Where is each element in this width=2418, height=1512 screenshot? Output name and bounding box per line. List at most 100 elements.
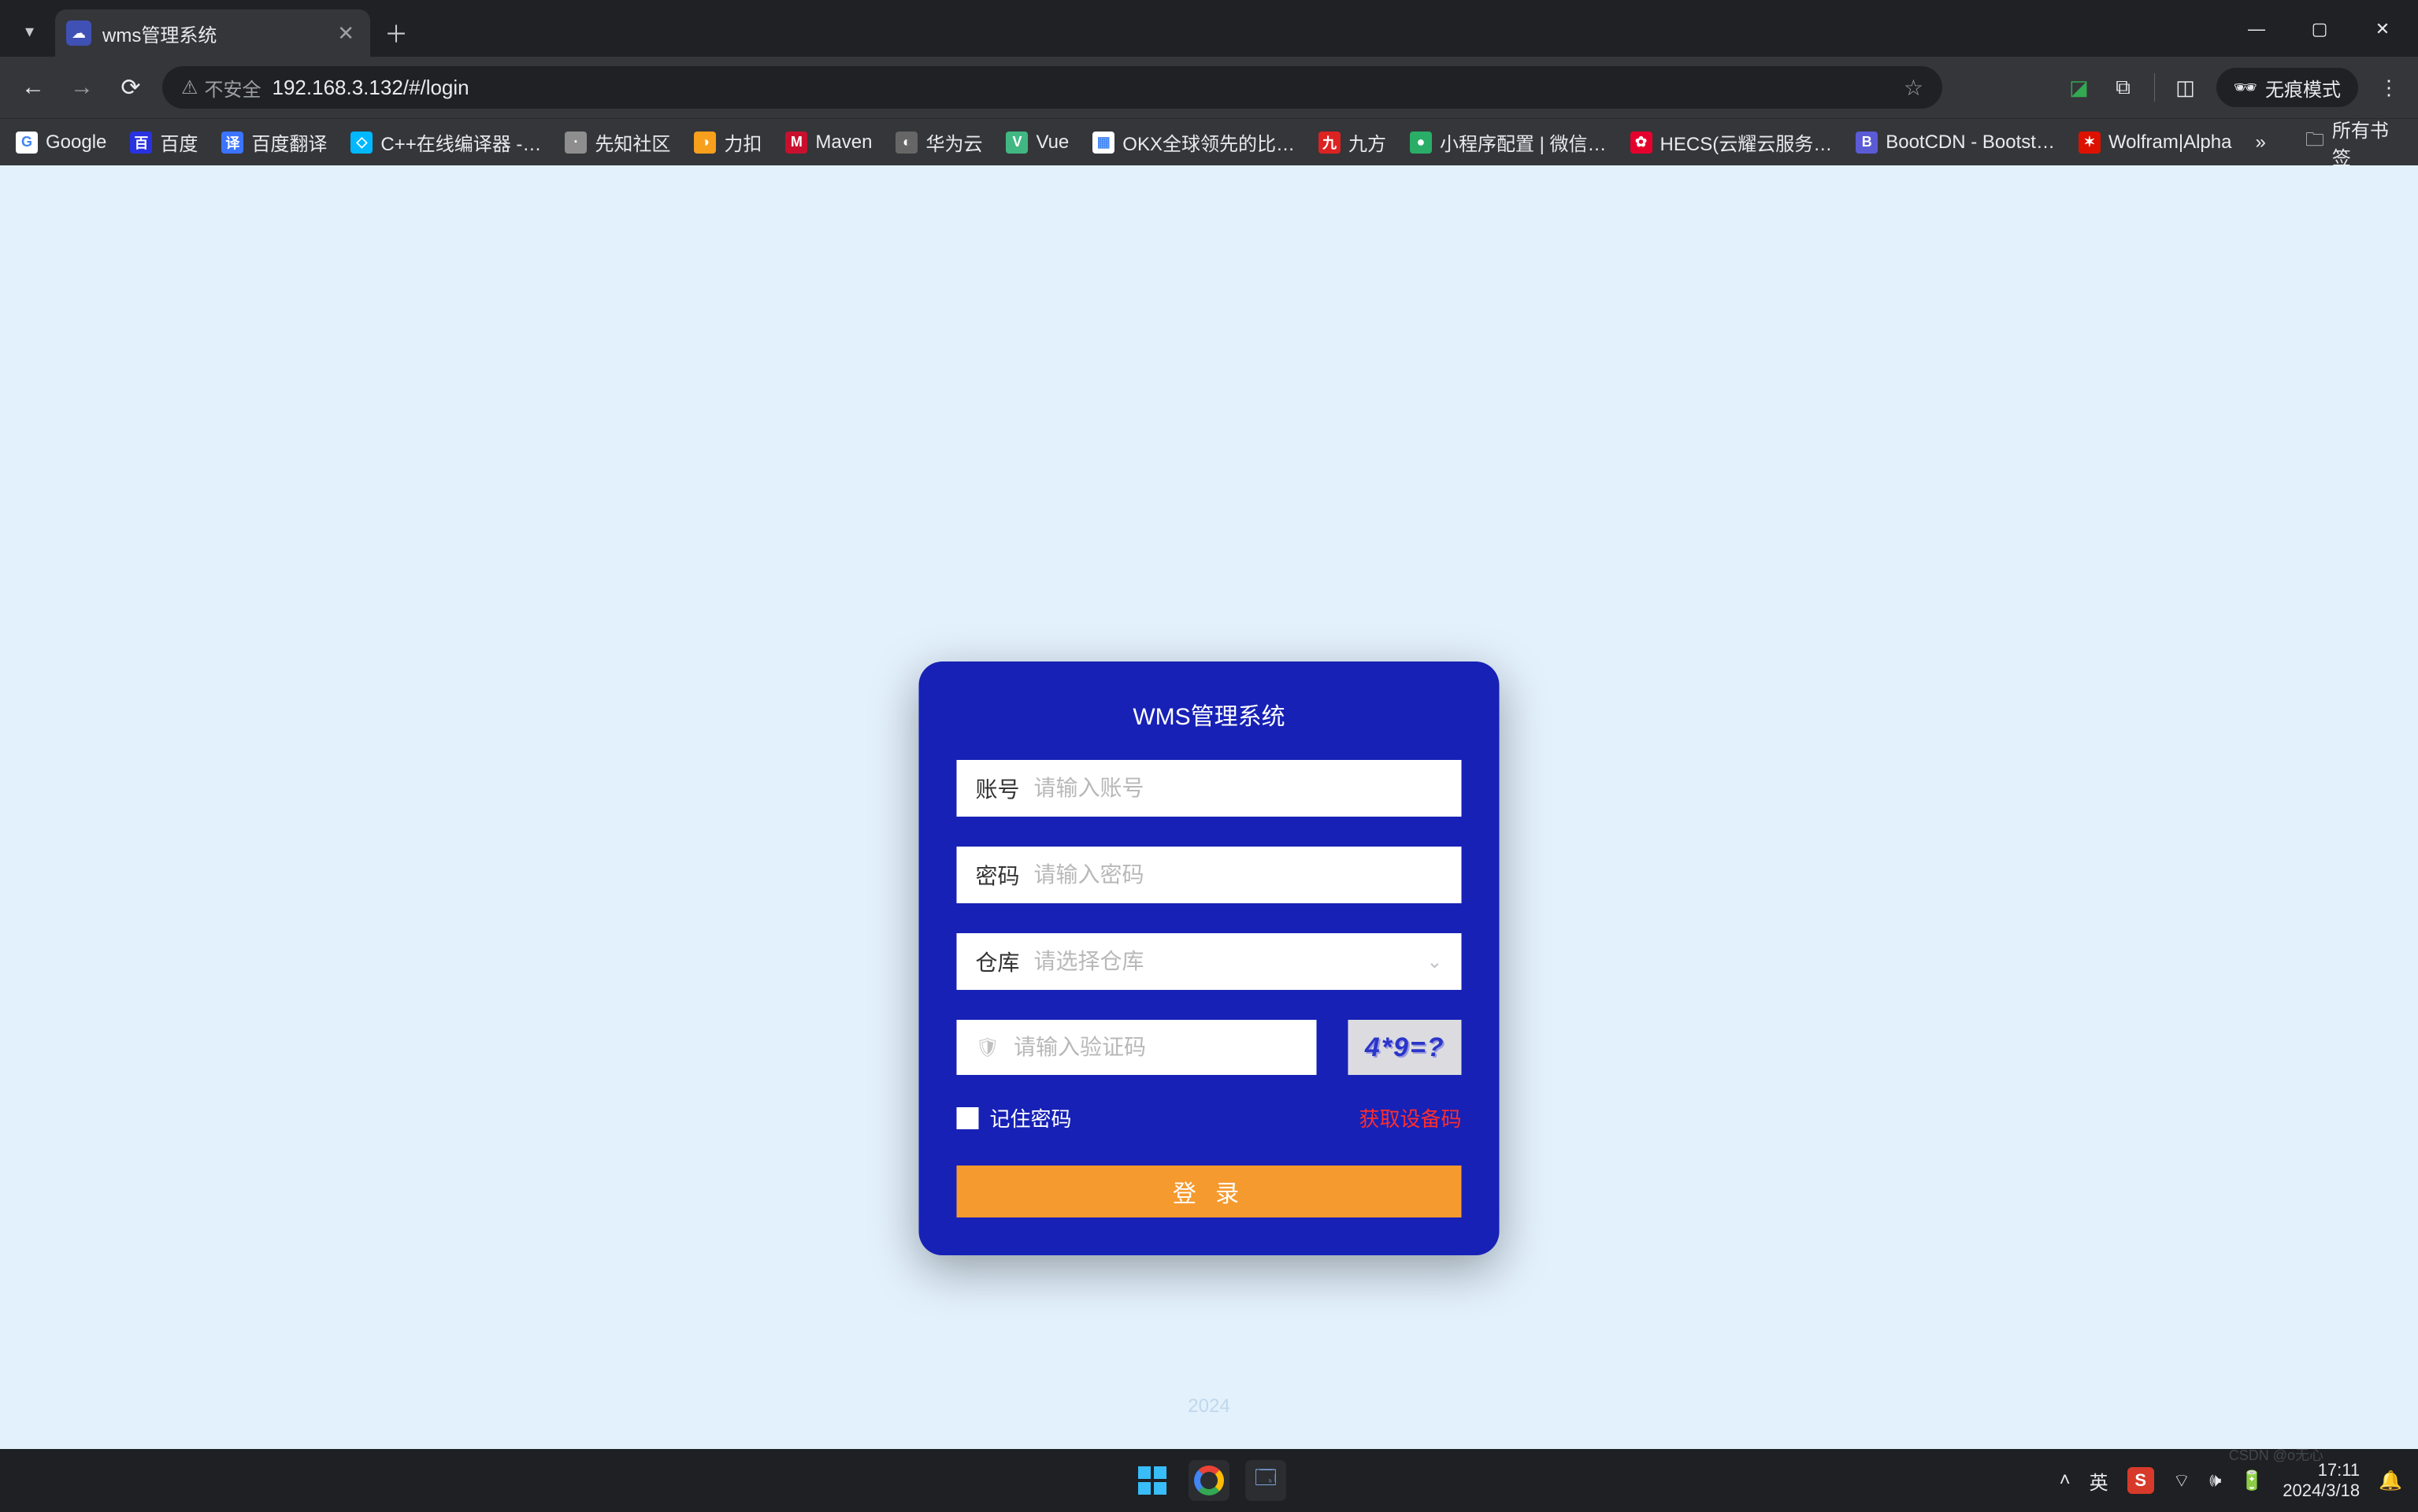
- bookmark-item[interactable]: GGoogle: [16, 132, 106, 154]
- browser-tab[interactable]: ☁ wms管理系统 ✕: [55, 9, 370, 57]
- bookmark-item[interactable]: ● 小程序配置 | 微信…: [1410, 128, 1607, 156]
- bookmark-label: Wolfram|Alpha: [2108, 132, 2232, 154]
- bookmark-item[interactable]: M Maven: [785, 132, 872, 154]
- security-label: 不安全: [205, 74, 261, 102]
- ime-indicator[interactable]: S: [2127, 1467, 2154, 1494]
- captcha-image[interactable]: 4*9=?: [1348, 1020, 1462, 1075]
- warehouse-field[interactable]: 仓库 ⌄: [957, 933, 1462, 990]
- bookmark-item[interactable]: ·先知社区: [565, 128, 670, 156]
- tab-favicon: ☁: [66, 20, 91, 46]
- bookmarks-overflow-icon[interactable]: »: [2255, 132, 2265, 154]
- bookmark-label: Vue: [1036, 132, 1069, 154]
- bookmark-item[interactable]: ✿HECS(云耀云服务…: [1630, 128, 1833, 156]
- bookmark-item[interactable]: 百百度: [130, 128, 198, 156]
- login-title: WMS管理系统: [957, 697, 1462, 732]
- captcha-text: 4*9=?: [1365, 1032, 1445, 1063]
- chrome-taskbar-icon[interactable]: [1189, 1460, 1229, 1501]
- bookmark-favicon: 译: [221, 132, 243, 154]
- account-field[interactable]: 账号: [957, 760, 1462, 817]
- bookmark-label: C++在线编译器 -…: [380, 128, 541, 156]
- app-taskbar-icon[interactable]: 🗔: [1245, 1460, 1286, 1501]
- bookmark-item[interactable]: 九九方: [1318, 128, 1386, 156]
- bookmark-favicon: ✿: [1630, 132, 1652, 154]
- tab-search-dropdown[interactable]: ▾: [12, 13, 47, 49]
- captcha-field[interactable]: 🛡: [957, 1020, 1317, 1075]
- tab-title: wms管理系统: [102, 20, 326, 47]
- bookmark-item[interactable]: ◑力扣: [694, 128, 762, 156]
- extensions-button[interactable]: ⧉: [2110, 74, 2137, 101]
- minimize-button[interactable]: ―: [2229, 9, 2284, 49]
- bookmark-item[interactable]: ◇ C++在线编译器 -…: [350, 128, 541, 156]
- page-viewport: WMS管理系统 账号 密码 仓库 ⌄ 🛡 4*9=?: [0, 165, 2418, 1449]
- bookmark-favicon: M: [785, 132, 807, 154]
- bookmark-star-icon[interactable]: ☆: [1904, 75, 1923, 101]
- bookmark-favicon: V: [1006, 132, 1028, 154]
- incognito-indicator[interactable]: 🕶 无痕模式: [2216, 68, 2358, 107]
- bookmark-label: 九方: [1348, 128, 1386, 156]
- password-input[interactable]: [1034, 862, 1443, 888]
- back-button[interactable]: ←: [16, 70, 50, 105]
- warehouse-label: 仓库: [976, 946, 1020, 977]
- windows-icon: [1137, 1465, 1168, 1496]
- bookmark-favicon: ◐: [896, 132, 918, 154]
- address-bar: ← → ⟳ ⚠ 不安全 192.168.3.132/#/login ☆ ◪ ⧉ …: [0, 57, 2418, 118]
- ime-language[interactable]: 英: [2090, 1467, 2108, 1495]
- bookmark-label: BootCDN - Bootst…: [1886, 132, 2055, 154]
- new-tab-button[interactable]: ＋: [376, 13, 416, 52]
- remember-password[interactable]: 记住密码: [957, 1103, 1072, 1132]
- password-label: 密码: [976, 859, 1020, 891]
- wifi-icon[interactable]: ⌔: [2173, 1469, 2191, 1492]
- bookmark-item[interactable]: ▦ OKX全球领先的比…: [1092, 128, 1295, 156]
- forward-button[interactable]: →: [65, 70, 99, 105]
- footer-year: 2024: [1188, 1395, 1229, 1418]
- security-indicator[interactable]: ⚠ 不安全: [181, 74, 261, 102]
- bookmark-label: 百度: [160, 128, 198, 156]
- warehouse-select[interactable]: [1034, 949, 1413, 974]
- bookmark-item[interactable]: ✶Wolfram|Alpha: [2079, 132, 2232, 154]
- bookmark-label: Google: [46, 132, 106, 154]
- titlebar: ▾ ☁ wms管理系统 ✕ ＋ ― ▢ ✕: [0, 0, 2418, 57]
- taskbar-clock[interactable]: 17:11 2024/3/18: [2283, 1460, 2360, 1502]
- password-field[interactable]: 密码: [957, 847, 1462, 903]
- volume-icon[interactable]: 🕪: [2209, 1469, 2221, 1492]
- account-input[interactable]: [1034, 776, 1443, 801]
- bookmark-label: 力扣: [724, 128, 762, 156]
- tray-chevron-icon[interactable]: ˄: [2060, 1469, 2071, 1492]
- notifications-icon[interactable]: 🔔: [2379, 1469, 2402, 1492]
- bookmark-label: OKX全球领先的比…: [1122, 128, 1295, 156]
- login-button[interactable]: 登 录: [957, 1166, 1462, 1217]
- taskbar-center: 🗔: [1132, 1460, 1286, 1501]
- maximize-button[interactable]: ▢: [2292, 9, 2347, 49]
- separator: [2154, 73, 2155, 102]
- kebab-menu-icon[interactable]: ⋮: [2375, 74, 2402, 101]
- bookmark-item[interactable]: V Vue: [1006, 132, 1069, 154]
- bookmark-label: Maven: [815, 132, 872, 154]
- remember-label: 记住密码: [990, 1103, 1072, 1132]
- options-row: 记住密码 获取设备码: [957, 1103, 1462, 1132]
- bookmark-item[interactable]: BBootCDN - Bootst…: [1856, 132, 2055, 154]
- chevron-down-icon: ⌄: [1426, 951, 1442, 973]
- all-bookmarks-button[interactable]: 🗀所有书签: [2305, 115, 2402, 170]
- extension-icon[interactable]: ◪: [2066, 74, 2093, 101]
- bookmark-item[interactable]: 译百度翻译: [221, 128, 327, 156]
- watermark: CSDN @o无心: [2229, 1444, 2323, 1465]
- battery-icon[interactable]: 🔋: [2240, 1469, 2264, 1492]
- start-button[interactable]: [1132, 1460, 1173, 1501]
- bookmark-favicon: ◇: [350, 132, 373, 154]
- bookmark-favicon: ●: [1410, 132, 1432, 154]
- close-window-button[interactable]: ✕: [2355, 9, 2410, 49]
- side-panel-button[interactable]: ◫: [2172, 74, 2199, 101]
- clock-date: 2024/3/18: [2283, 1480, 2360, 1501]
- bookmark-favicon: ▦: [1092, 132, 1114, 154]
- captcha-input[interactable]: [1014, 1035, 1298, 1060]
- remember-checkbox[interactable]: [957, 1107, 979, 1129]
- omnibox[interactable]: ⚠ 不安全 192.168.3.132/#/login ☆: [162, 66, 1942, 109]
- get-device-code-link[interactable]: 获取设备码: [1359, 1103, 1461, 1132]
- incognito-icon: 🕶: [2234, 76, 2257, 99]
- captcha-row: 🛡 4*9=?: [957, 1020, 1462, 1075]
- tab-close-icon[interactable]: ✕: [337, 21, 354, 46]
- bookmark-label: 小程序配置 | 微信…: [1440, 128, 1607, 156]
- reload-button[interactable]: ⟳: [113, 70, 148, 105]
- bookmark-item[interactable]: ◐华为云: [896, 128, 982, 156]
- chrome-icon: [1194, 1466, 1224, 1495]
